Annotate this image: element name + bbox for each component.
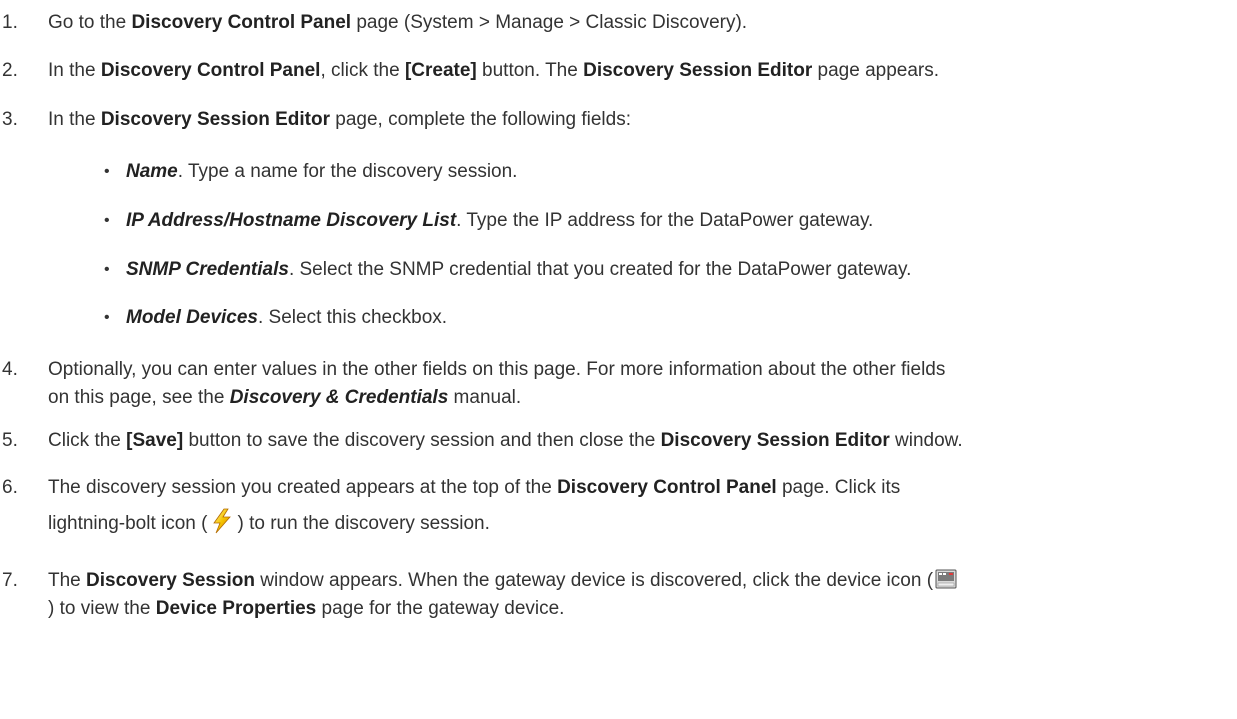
save-button-ref: [Save] bbox=[126, 430, 184, 451]
step-number: 2. bbox=[2, 60, 18, 81]
step-number: 5. bbox=[2, 430, 18, 451]
step-number: 6. bbox=[2, 477, 18, 498]
bullet-icon: • bbox=[104, 309, 110, 326]
step-number: 7. bbox=[2, 570, 18, 591]
step-number: 4. bbox=[2, 359, 18, 380]
manual-title: Discovery & Credentials bbox=[229, 387, 449, 408]
create-button-ref: [Create] bbox=[404, 60, 477, 81]
device-icon bbox=[935, 569, 957, 589]
bullet-icon: • bbox=[104, 261, 110, 278]
bullet-icon: • bbox=[104, 163, 110, 180]
bullet-icon: • bbox=[104, 212, 110, 229]
lightning-bolt-icon bbox=[209, 508, 235, 534]
step-number: 3. bbox=[2, 109, 18, 130]
ui-term: Discovery Control Panel bbox=[131, 12, 352, 33]
step-number: 1. bbox=[2, 12, 18, 33]
